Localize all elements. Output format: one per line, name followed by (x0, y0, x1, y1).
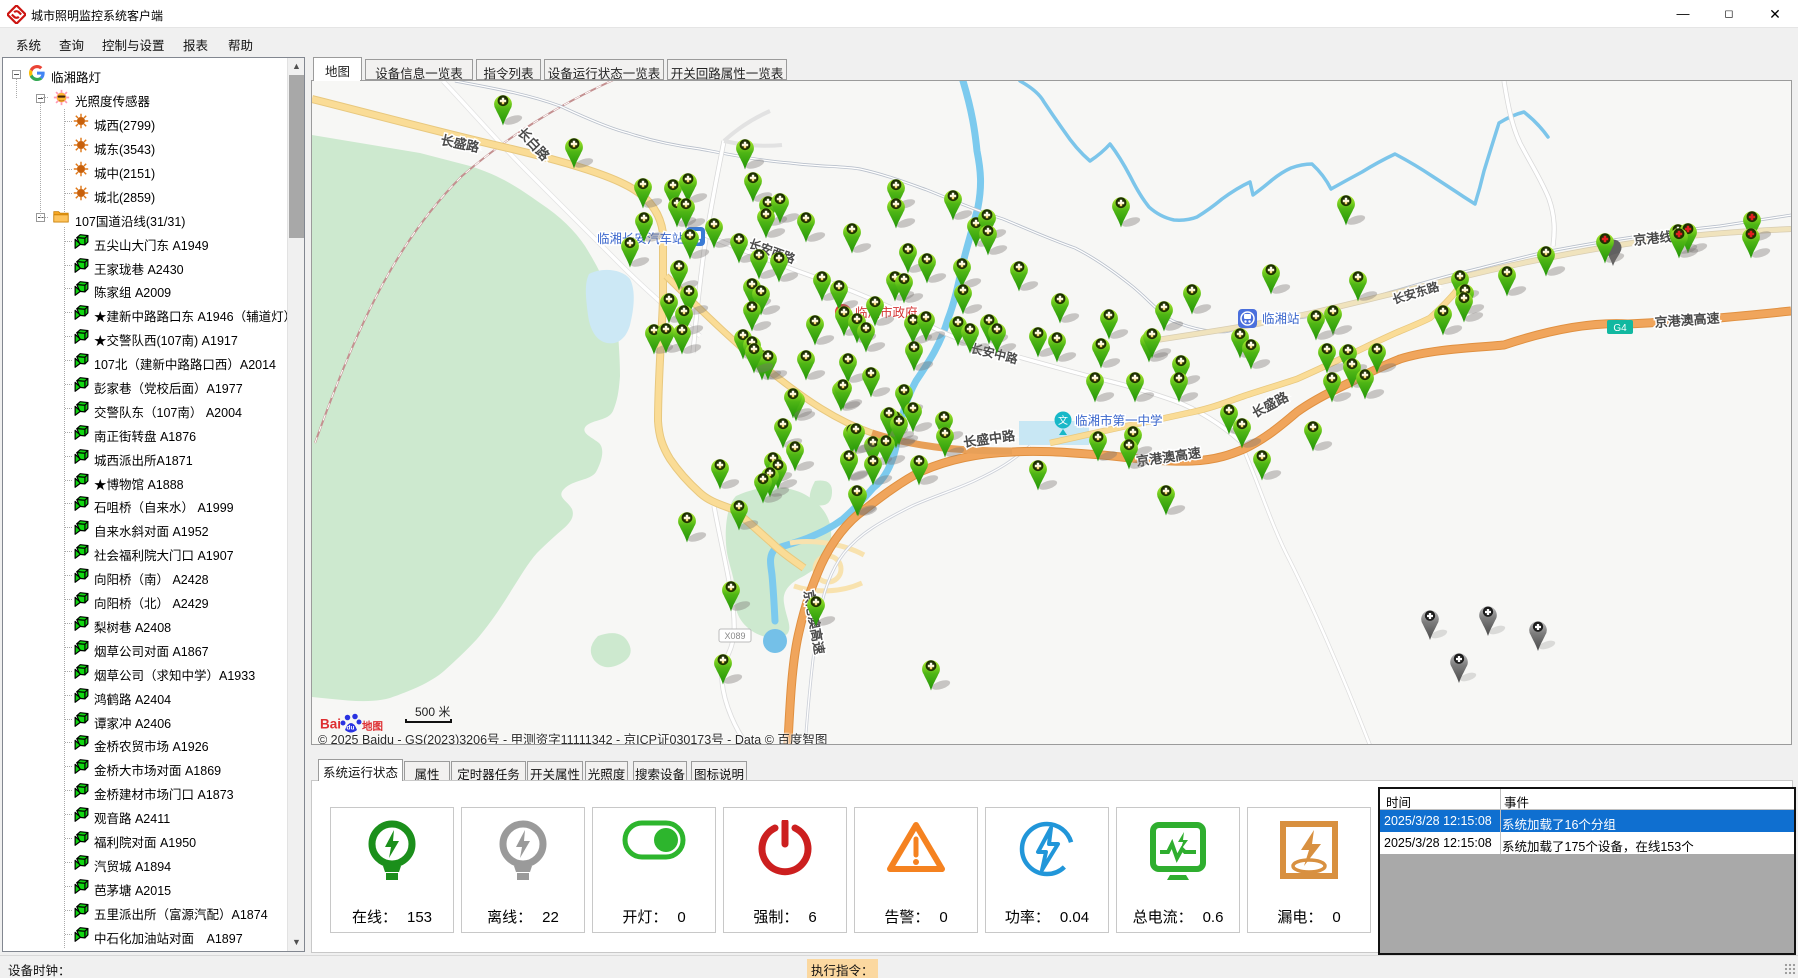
svg-text:文: 文 (1058, 414, 1068, 427)
svg-text:X089: X089 (724, 631, 745, 641)
svg-text:G4: G4 (1613, 323, 1627, 334)
svg-text:临湘市第一中学: 临湘市第一中学 (1075, 413, 1163, 428)
svg-text:临湘站: 临湘站 (1262, 311, 1300, 326)
